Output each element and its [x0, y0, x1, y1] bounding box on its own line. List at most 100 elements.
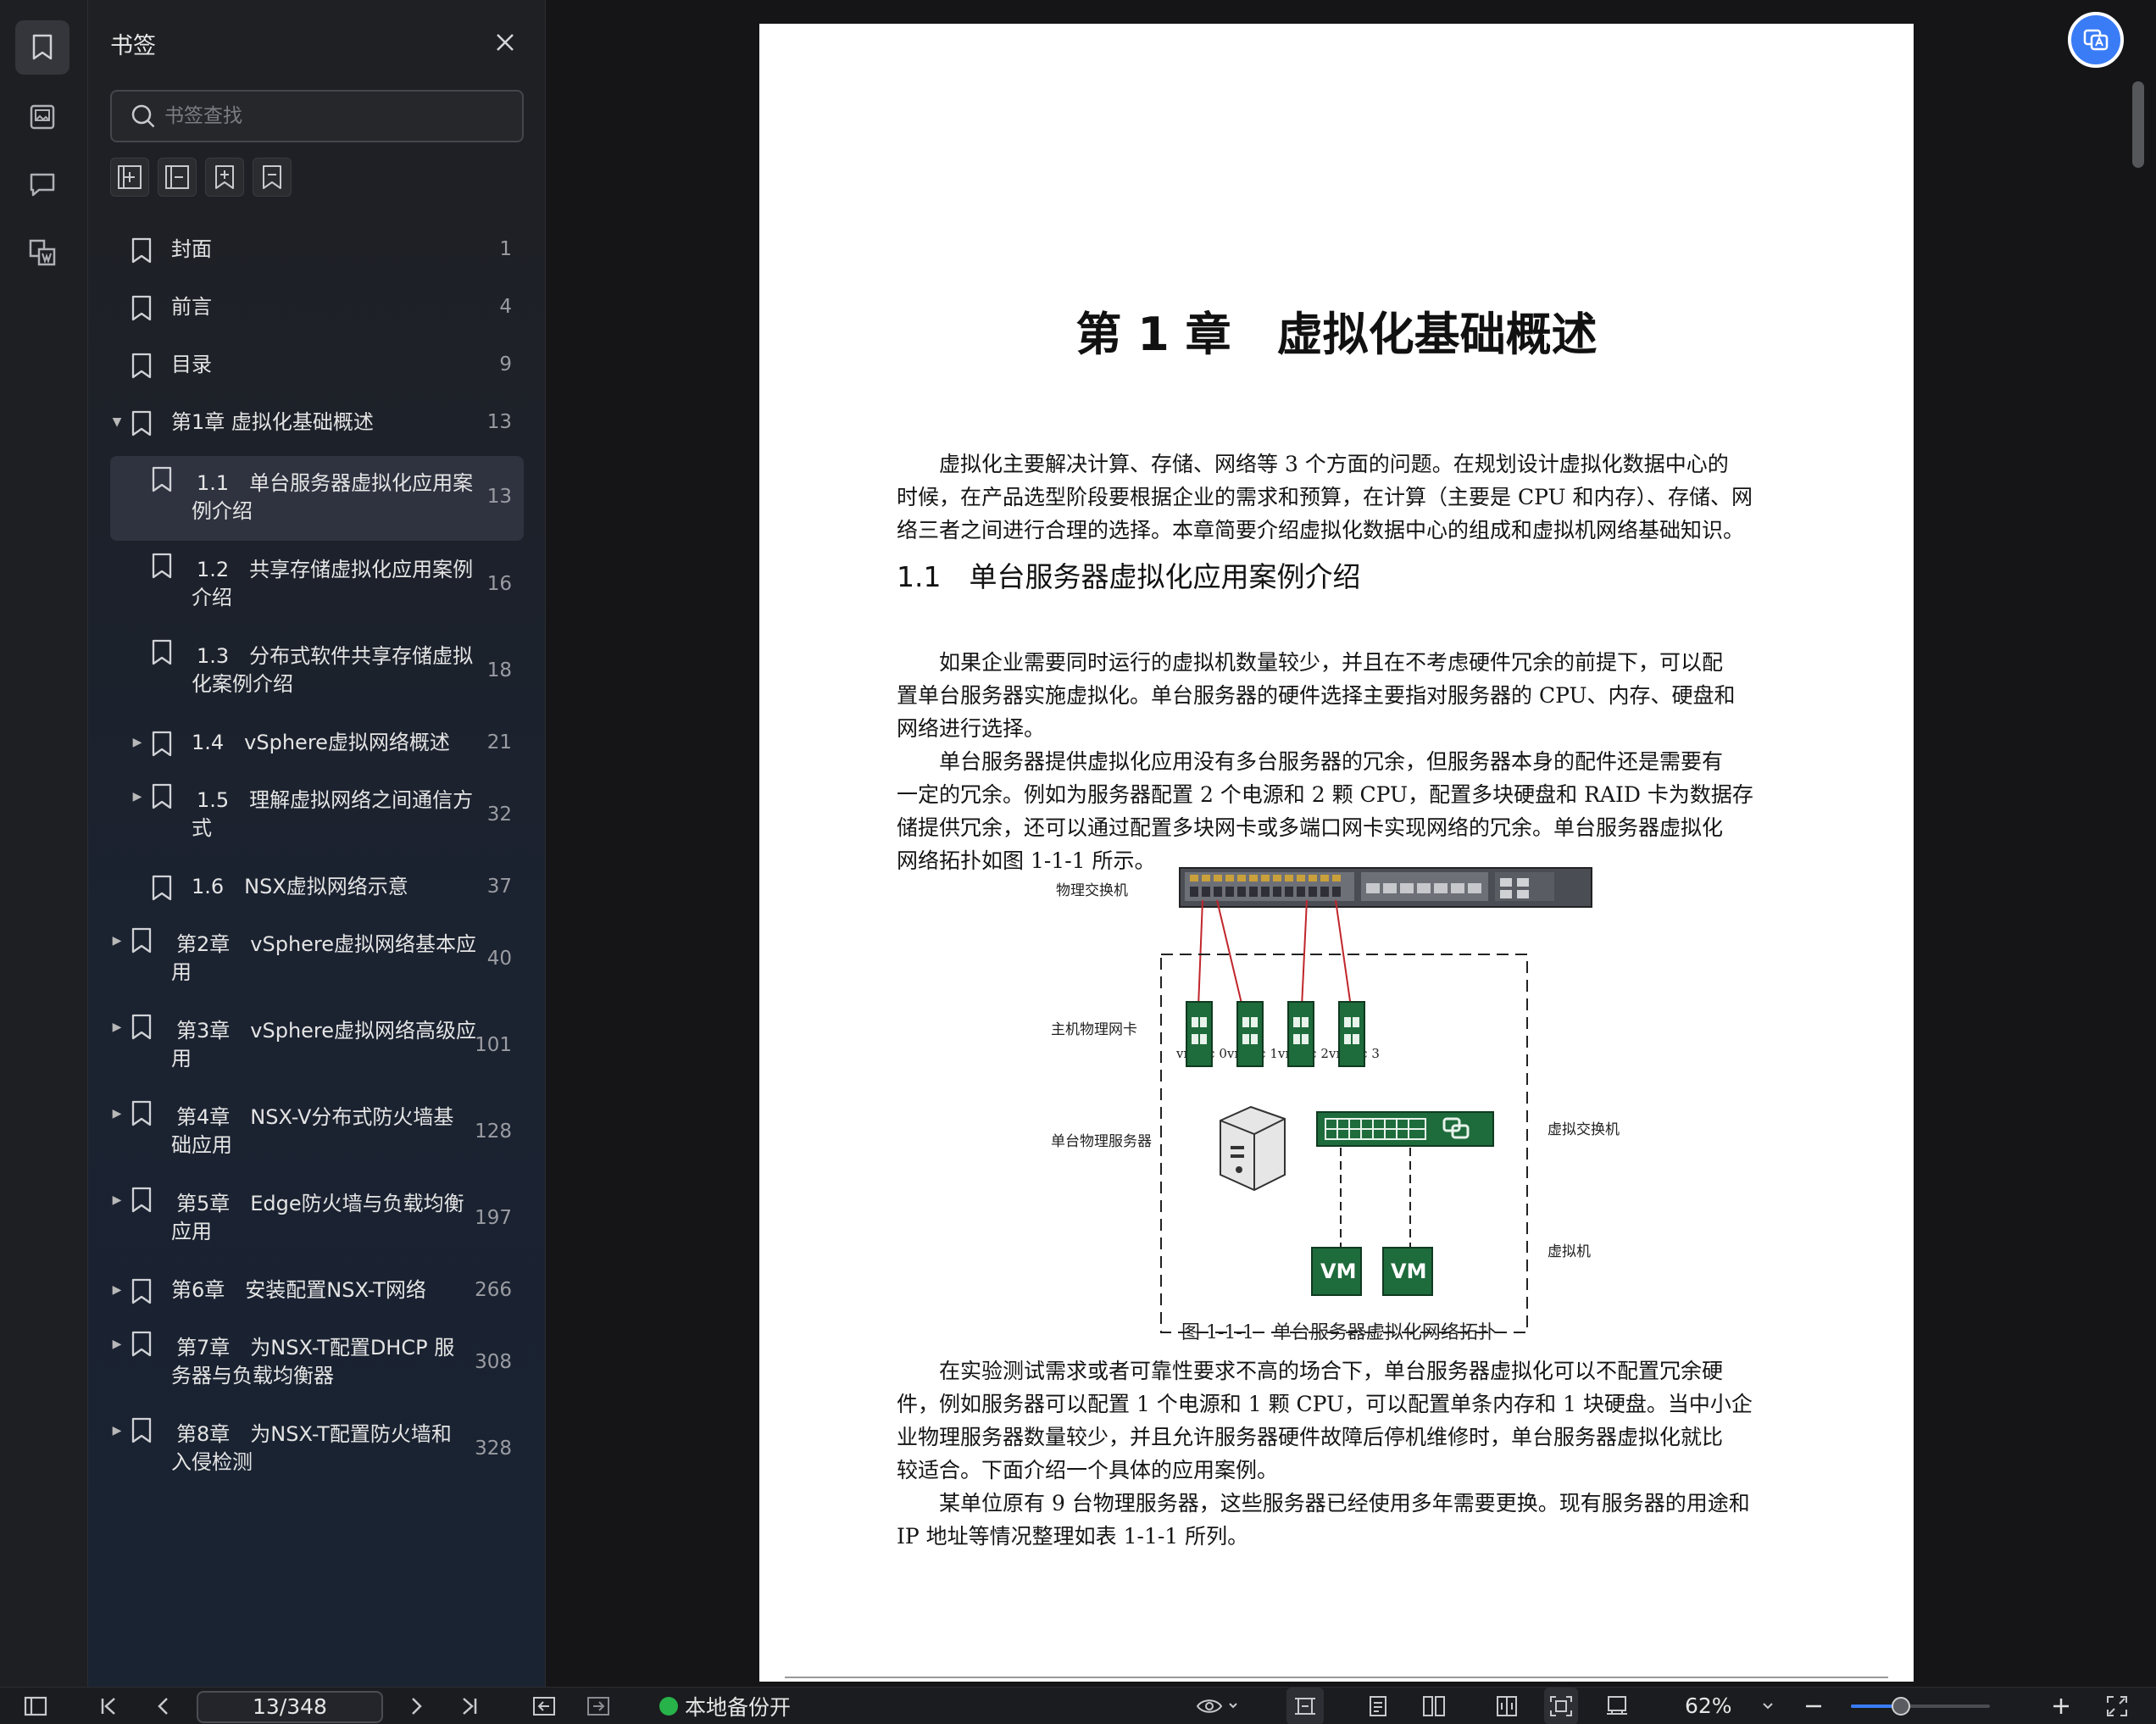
toggle-sidebar-button[interactable]: [19, 1688, 53, 1724]
bookmark-item[interactable]: ▶ 第5章 Edge防火墙与负载均衡 应用 197: [110, 1176, 524, 1263]
bookmark-label: 1.1 单台服务器虚拟化应用案 例介绍: [192, 470, 473, 526]
bookmark-search-box[interactable]: [110, 90, 524, 142]
fit-page-button[interactable]: [1544, 1688, 1578, 1724]
bookmark-label-line2: 介绍: [192, 586, 232, 609]
bookmark-item[interactable]: ▼ 第1章 虚拟化基础概述 13: [110, 395, 524, 453]
caret-right-icon[interactable]: ▶: [110, 1424, 124, 1438]
caret-right-icon[interactable]: ▶: [110, 1107, 124, 1121]
caret-right-icon[interactable]: ▶: [110, 1337, 124, 1351]
collapse-all-button[interactable]: [158, 158, 197, 197]
zoom-dropdown-button[interactable]: [1756, 1688, 1780, 1724]
translate-fab-button[interactable]: [2068, 12, 2124, 68]
zoom-slider[interactable]: [1851, 1697, 1990, 1716]
zoom-out-icon: [1806, 1705, 1821, 1708]
zoom-in-icon: [2053, 1699, 2069, 1714]
first-page-button[interactable]: [93, 1688, 124, 1724]
zoom-level[interactable]: 62%: [1685, 1688, 1732, 1724]
bookmark-item[interactable]: 1.6 NSX虚拟网络示意 37: [110, 859, 524, 917]
rail-bookmarks-button[interactable]: [15, 20, 69, 75]
first-page-icon: [101, 1698, 115, 1715]
bookmark-label: 前言: [171, 295, 212, 319]
bookmark-label: 第1章 虚拟化基础概述: [171, 410, 374, 434]
bookmark-label: 第7章 为NSX-T配置DHCP 服务器与负载均衡器: [171, 1334, 458, 1390]
fullscreen-button[interactable]: [2102, 1688, 2132, 1724]
rail-thumbnails-button[interactable]: [15, 90, 69, 144]
add-bookmark-icon: [118, 165, 142, 189]
bookmark-label: 第8章 为NSX-T配置防火墙和 入侵检测: [171, 1421, 458, 1477]
bookmark-page-number: 18: [486, 659, 512, 681]
next-page-button[interactable]: [402, 1688, 432, 1724]
caret-right-icon[interactable]: ▶: [110, 1020, 124, 1034]
bookmark-item[interactable]: 前言 4: [110, 280, 524, 337]
bookmark-icon: [129, 353, 154, 380]
book-view-button[interactable]: [1492, 1688, 1522, 1724]
bookmark-item[interactable]: ▶ 第6章 安装配置NSX-T网络 266: [110, 1263, 524, 1321]
text-line: 某单位原有 9 台物理服务器，这些服务器已经使用多年需要更换。现有服务器的用途和: [939, 1491, 1750, 1515]
bookmark-label-line1: 第5章 Edge防火墙与负载均衡: [176, 1192, 464, 1215]
two-page-icon: [1423, 1696, 1445, 1716]
history-forward-button[interactable]: [583, 1688, 614, 1724]
search-icon: [131, 104, 155, 128]
single-page-button[interactable]: [1363, 1688, 1393, 1724]
bookmark-item[interactable]: ▶ 1.4 vSphere虚拟网络概述 21: [110, 715, 524, 773]
two-page-button[interactable]: [1417, 1688, 1451, 1724]
bookmark-page-number: 9: [499, 353, 512, 375]
bookmark-item[interactable]: 1.3 分布式软件共享存储虚拟 化案例介绍 18: [110, 629, 524, 715]
caret-right-icon[interactable]: ▶: [110, 1283, 124, 1297]
bookmark-item[interactable]: ▶ 1.5 理解虚拟网络之间通信方式 32: [110, 773, 524, 859]
bookmark-icon: [129, 1278, 154, 1305]
caret-down-icon[interactable]: ▼: [110, 415, 124, 429]
bookmark-item[interactable]: 1.1 单台服务器虚拟化应用案 例介绍 13: [110, 456, 524, 541]
bookmark-item[interactable]: 封面 1: [110, 222, 524, 280]
page-number-field[interactable]: 13/348: [197, 1691, 383, 1723]
fit-width-button[interactable]: [1286, 1688, 1324, 1724]
zoom-out-button[interactable]: [1798, 1688, 1829, 1724]
bookmark-page-number: 13: [486, 486, 512, 508]
rotate-button[interactable]: [1600, 1688, 1634, 1724]
vswitch-links: [1340, 1148, 1411, 1248]
expand-all-button[interactable]: [205, 158, 244, 197]
bookmark-item[interactable]: ▶ 第3章 vSphere虚拟网络高级应用 101: [110, 1004, 524, 1090]
vertical-scrollbar[interactable]: [2132, 81, 2144, 168]
rail-attachments-button[interactable]: [15, 225, 69, 280]
bookmark-item[interactable]: ▶ 第4章 NSX-V分布式防火墙基 础应用 128: [110, 1090, 524, 1176]
zoom-slider-handle[interactable]: [1892, 1697, 1911, 1716]
bookmark-label-line2: 用: [171, 960, 192, 984]
bookmark-page-number: 1: [499, 238, 512, 260]
bookmark-item[interactable]: ▶ 第7章 为NSX-T配置DHCP 服务器与负载均衡器 308: [110, 1321, 524, 1407]
add-bookmark-button[interactable]: [110, 158, 149, 197]
bookmark-icon: [129, 1187, 154, 1214]
bookmark-item[interactable]: ▶ 第8章 为NSX-T配置防火墙和 入侵检测 328: [110, 1407, 524, 1493]
bookmark-label-line2: 入侵检测: [171, 1450, 253, 1474]
bookmark-label-line2: 应用: [171, 1220, 212, 1243]
bookmark-page-number: 4: [499, 296, 512, 318]
rail-comments-button[interactable]: [15, 158, 69, 212]
caret-right-icon[interactable]: ▶: [131, 736, 144, 749]
bookmark-item[interactable]: ▶ 第2章 vSphere虚拟网络基本应用 40: [110, 917, 524, 1004]
document-viewport[interactable]: 第 1 章 虚拟化基础概述 虚拟化主要解决计算、存储、网络等 3 个方面的问题。…: [546, 0, 2156, 1687]
bookmark-icon: [149, 875, 175, 902]
bookmark-icon: [129, 1331, 154, 1358]
prev-page-button[interactable]: [147, 1688, 178, 1724]
local-backup-status[interactable]: 本地备份开: [659, 1688, 791, 1724]
last-page-button[interactable]: [454, 1688, 485, 1724]
bookmark-page-number: 128: [475, 1121, 512, 1143]
bookmark-label: 封面: [171, 237, 212, 261]
bookmark-search-input[interactable]: [164, 105, 486, 127]
history-back-button[interactable]: [529, 1688, 559, 1724]
close-panel-button[interactable]: [488, 25, 522, 59]
caret-right-icon[interactable]: ▶: [110, 1193, 124, 1207]
page-footer-rule: [785, 1677, 1888, 1678]
pdf-reader-app: 书签 封面1前言4目录9▼第1章 虚拟化基础概述131.1 单台服务器虚拟化应用…: [0, 0, 2156, 1724]
delete-bookmark-button[interactable]: [253, 158, 292, 197]
bookmark-outline-icon: [263, 165, 281, 189]
caret-right-icon[interactable]: ▶: [110, 934, 124, 948]
bookmark-item[interactable]: 1.2 共享存储虚拟化应用案例 介绍 16: [110, 542, 524, 629]
view-mode-dropdown[interactable]: [1192, 1688, 1246, 1724]
bookmark-icon: [149, 731, 175, 758]
caret-right-icon[interactable]: ▶: [131, 790, 144, 804]
zoom-in-button[interactable]: [2046, 1688, 2076, 1724]
bookmark-item[interactable]: 目录 9: [110, 337, 524, 395]
attachment-icon: [29, 239, 56, 266]
bookmark-label-line2: 式: [192, 816, 212, 840]
